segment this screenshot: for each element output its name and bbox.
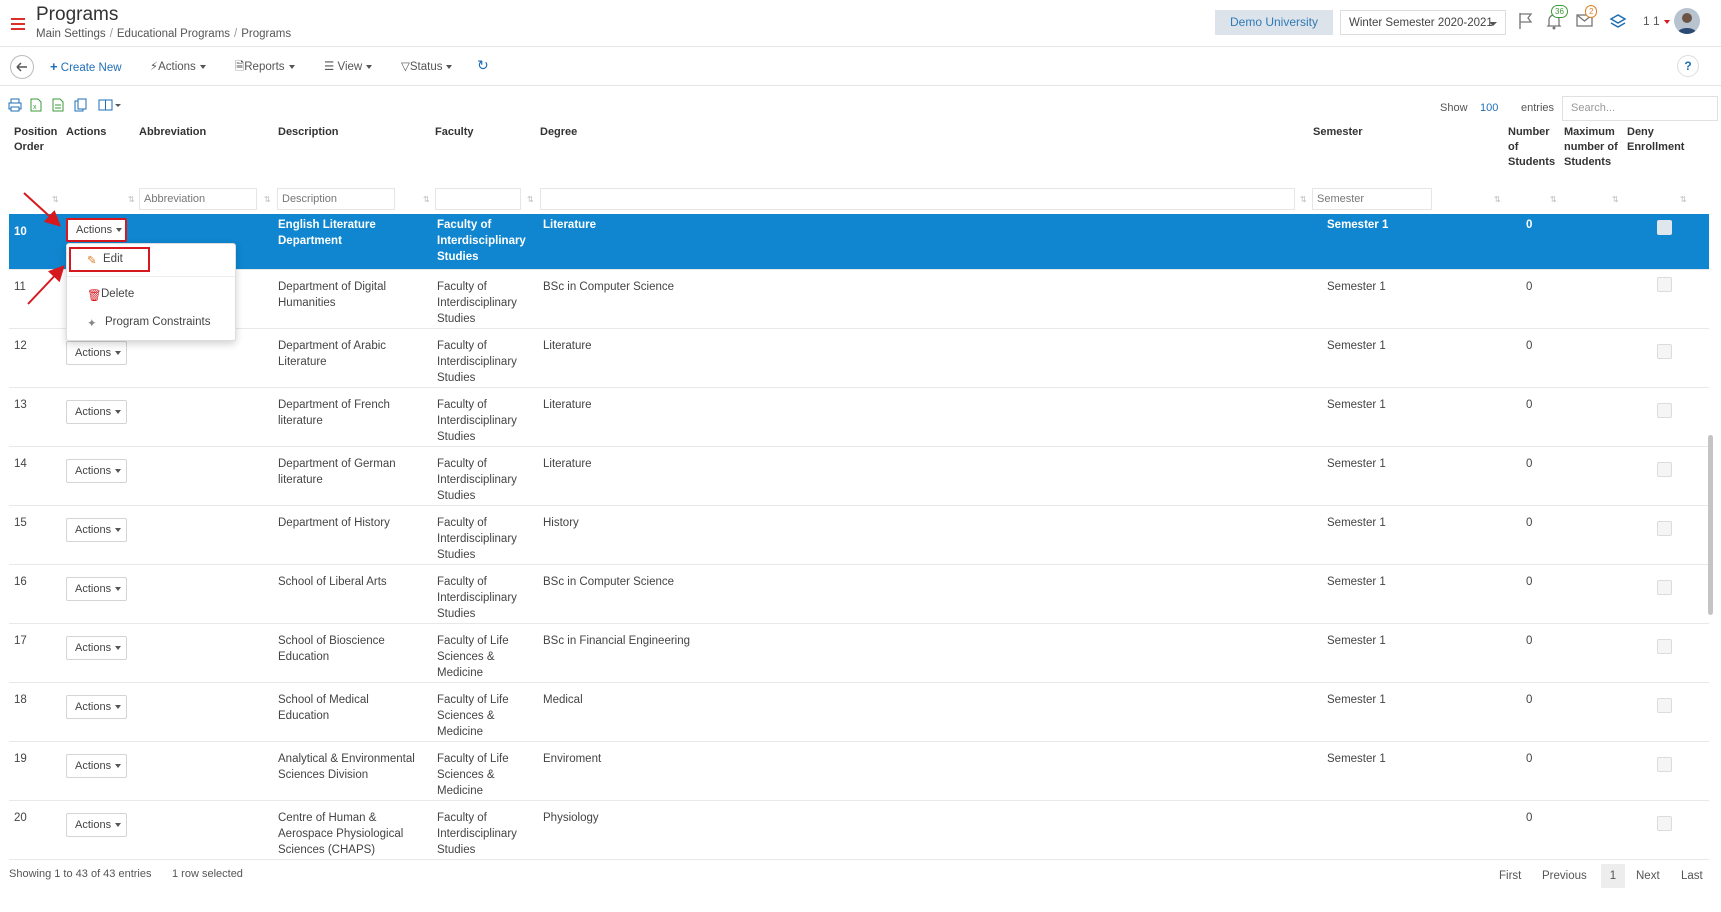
pagination-page-1[interactable]: 1 [1601, 864, 1625, 888]
annotation-arrows [23, 192, 65, 305]
showing-entries-text: Showing 1 to 43 of 43 entries [9, 868, 152, 880]
vertical-scrollbar[interactable] [1708, 435, 1713, 615]
pagination-last[interactable]: Last [1681, 870, 1703, 882]
pagination-first[interactable]: First [1499, 870, 1521, 882]
pagination-next[interactable]: Next [1636, 870, 1660, 882]
rows-selected-text: 1 row selected [172, 868, 243, 880]
pagination-previous[interactable]: Previous [1542, 870, 1587, 882]
